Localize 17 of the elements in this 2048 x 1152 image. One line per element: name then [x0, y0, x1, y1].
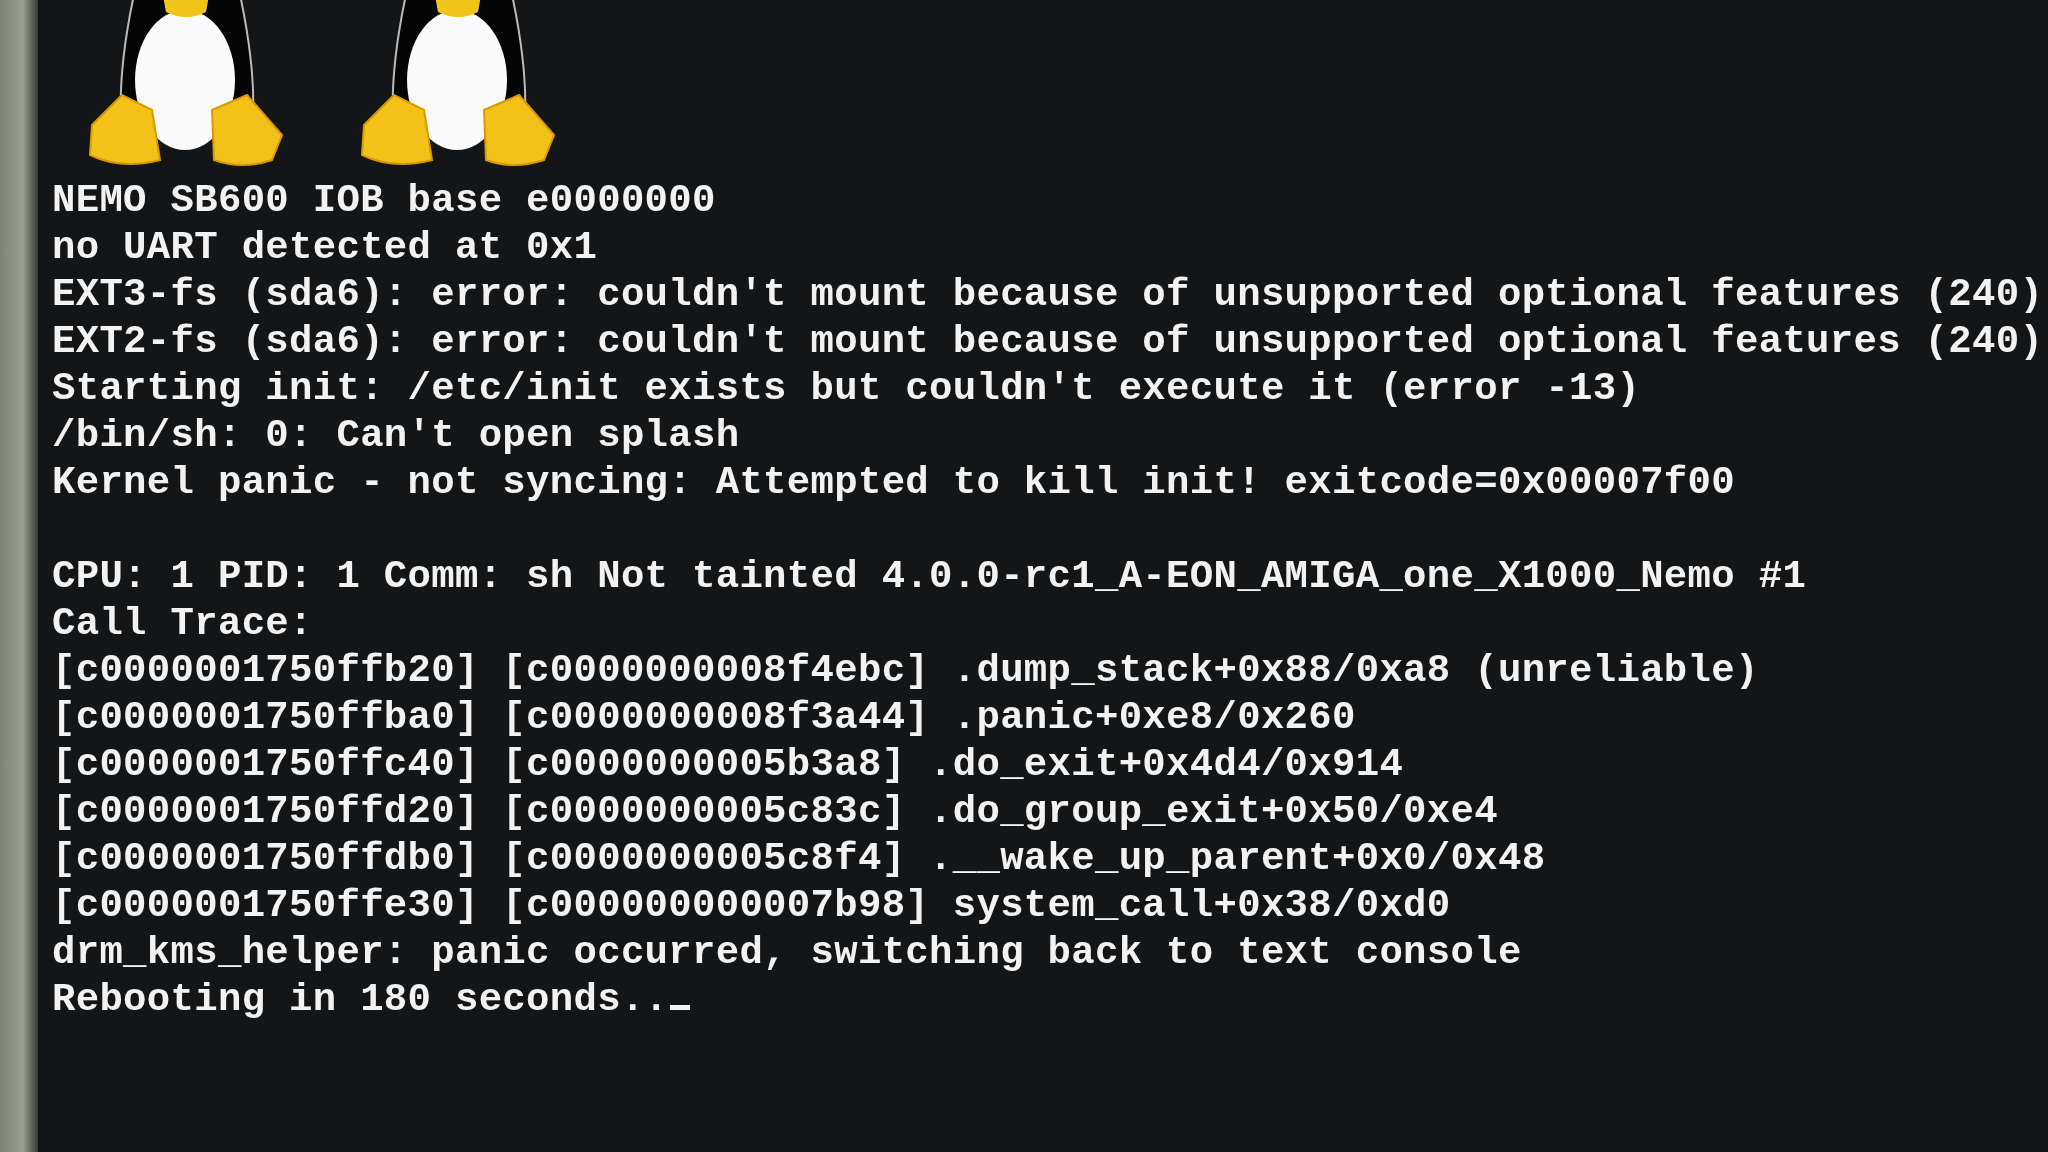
console-line: [c0000001750ffba0] [c0000000008f3a44] .panic+0xe8/0x260 [52, 695, 1356, 742]
console-line: Kernel panic - not syncing: Attempted to kill init! exitcode=0x00007f00 [52, 460, 1735, 507]
console-line: [c0000001750ffb20] [c0000000008f4ebc] .dump_stack+0x88/0xa8 (unreliable) [52, 648, 1759, 695]
console-line: [c0000001750ffdb0] [c0000000005c8f4] .__wake_up_parent+0x0/0x48 [52, 836, 1546, 883]
console-line: Starting init: /etc/init exists but couldn't execute it (error -13) [52, 366, 1641, 413]
console-line: drm_kms_helper: panic occurred, switching back to text console [52, 930, 1522, 977]
console-line: CPU: 1 PID: 1 Comm: sh Not tainted 4.0.0-rc1_A-EON_AMIGA_one_X1000_Nemo #1 [52, 554, 1807, 601]
console-line: [c0000001750ffe30] [c000000000007b98] system_call+0x38/0xd0 [52, 883, 1451, 930]
console-line: EXT3-fs (sda6): error: couldn't mount because of unsupported optional features (240) [52, 272, 2044, 319]
console-line: no UART detected at 0x1 [52, 225, 598, 272]
console-line: Call Trace: [52, 601, 313, 648]
console-line: Rebooting in 180 seconds.. [52, 977, 691, 1024]
console-line: EXT2-fs (sda6): error: couldn't mount because of unsupported optional features (240) [52, 319, 2044, 366]
console-line: NEMO SB600 IOB base e0000000 [52, 178, 716, 225]
console-line: [c0000001750ffc40] [c0000000005b3a8] .do_exit+0x4d4/0x914 [52, 742, 1404, 789]
console-line: [c0000001750ffd20] [c0000000005c83c] .do_group_exit+0x50/0xe4 [52, 789, 1498, 836]
console-line: /bin/sh: 0: Can't open splash [52, 413, 740, 460]
